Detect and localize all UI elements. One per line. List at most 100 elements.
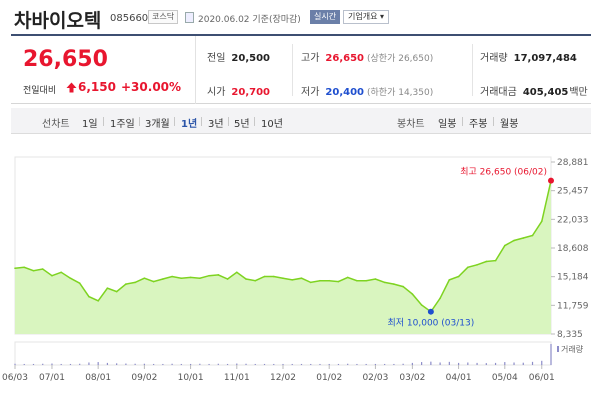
separator: [103, 117, 104, 126]
period-selector: 선차트 1일 1주일 3개월 1년 3년 5년 10년 봉차트 일봉 주봉 월봉: [11, 108, 591, 134]
stock-code: 085660: [110, 13, 149, 24]
volume-value: 17,097,484: [513, 53, 577, 64]
prev-close-stat: 전일 20,500: [207, 49, 270, 64]
volume-bar: [199, 363, 201, 365]
volume-bar: [485, 363, 487, 365]
volume-bar: [522, 362, 524, 365]
price-point: [272, 275, 275, 278]
y-tick-label: 8,335: [557, 330, 583, 340]
separator: [493, 117, 494, 126]
separator: [254, 117, 255, 126]
candle-daily[interactable]: 일봉: [438, 115, 456, 130]
volume-bar: [226, 363, 229, 365]
volume-bar: [263, 363, 266, 365]
volume-bar: [310, 363, 312, 365]
period-3m[interactable]: 3개월: [145, 115, 170, 130]
low-stat: 저가 20,400 (하한가 14,350): [301, 83, 433, 98]
price-chart: 28,881 25,457 22,033 18,608 15,184 11,759 8,33…: [0, 150, 600, 407]
x-tick-label: 02/03: [362, 373, 388, 383]
volume-label: 거래량: [561, 344, 584, 354]
x-tick-label: 04/01: [446, 373, 472, 383]
volume-bar: [402, 363, 404, 365]
volume-legend-swatch: [557, 346, 559, 352]
volume-bar: [374, 363, 377, 365]
price-point: [485, 260, 488, 263]
price-point: [356, 279, 358, 282]
volume-label: 거래량: [480, 53, 508, 64]
price-point: [457, 275, 460, 278]
open-value: 20,700: [231, 87, 270, 98]
x-tick-label: 06/01: [529, 373, 555, 383]
volume-bar: [476, 362, 478, 365]
volume-bar: [421, 362, 423, 365]
price-point: [282, 277, 284, 280]
document-icon: [185, 12, 194, 23]
volume-bar: [541, 360, 543, 365]
candle-monthly[interactable]: 월봉: [500, 115, 518, 130]
x-tick-label: 03/02: [399, 373, 425, 383]
candle-weekly[interactable]: 주봉: [469, 115, 487, 130]
price-panel: 26,650 전일대비 6,150 +30.00%: [11, 36, 196, 104]
price-point: [23, 266, 26, 269]
price-point: [152, 280, 155, 283]
x-tick-label: 08/01: [85, 373, 111, 383]
price-point: [106, 287, 109, 290]
price-point: [309, 281, 312, 284]
period-1w[interactable]: 1주일: [110, 115, 135, 130]
price-point: [199, 277, 201, 280]
volume-bar: [273, 363, 275, 365]
stock-header: 차바이오텍 085660 코스닥 2020.06.02 기준(장마감) 실시간 …: [0, 0, 600, 34]
diff-amount: 6,150: [78, 80, 116, 94]
period-5y[interactable]: 5년: [234, 115, 250, 130]
volume-bar: [189, 363, 192, 365]
volume-bar: [180, 363, 182, 365]
price-point: [513, 239, 515, 242]
price-point: [125, 283, 127, 285]
price-point: [503, 244, 506, 247]
price-point: [143, 277, 146, 280]
realtime-button[interactable]: 실시간: [310, 10, 341, 24]
volume-bar: [448, 361, 450, 365]
price-point: [467, 266, 469, 269]
price-point: [226, 278, 229, 280]
period-10y[interactable]: 10년: [261, 115, 283, 130]
high-stat: 고가 26,650 (상한가 26,650): [301, 49, 433, 64]
price-point: [60, 271, 63, 274]
price-point: [448, 279, 451, 281]
volume-bar: [513, 362, 515, 365]
prev-close-value: 20,500: [231, 53, 270, 64]
max-marker: [548, 177, 554, 184]
volume-bar: [504, 362, 506, 365]
volume-bar: [319, 363, 321, 365]
volume-bar: [134, 363, 136, 365]
amount-label: 거래대금: [480, 87, 517, 98]
company-info-dropdown[interactable]: 기업개요 ▾: [343, 10, 389, 24]
price-point: [171, 275, 173, 278]
volume-bar: [291, 363, 293, 365]
period-1y[interactable]: 1년: [181, 115, 197, 130]
price-point: [328, 279, 331, 282]
period-1d[interactable]: 1일: [82, 115, 98, 130]
volume-bar: [411, 362, 413, 365]
x-tick-label: 07/01: [39, 373, 65, 383]
diff-label: 전일대비: [23, 86, 57, 96]
volume-bar: [217, 363, 219, 365]
volume-bar: [356, 363, 358, 365]
price-point: [115, 290, 118, 293]
max-label: 최고 26,650 (06/02): [460, 167, 547, 178]
volume-bar: [236, 363, 238, 365]
y-tick-label: 25,457: [557, 187, 589, 197]
divider: [472, 44, 473, 96]
period-3y[interactable]: 3년: [208, 115, 224, 130]
up-arrow-icon: [66, 82, 77, 93]
volume-bar: [328, 363, 330, 365]
x-tick-label: 11/01: [224, 373, 250, 383]
market-badge: 코스닥: [148, 10, 179, 24]
open-stat: 시가 20,700: [207, 83, 270, 98]
price-point: [134, 281, 136, 284]
y-tick-label: 28,881: [557, 158, 589, 168]
amount-unit: 백만: [569, 87, 588, 98]
volume-bar: [300, 363, 303, 365]
volume-bar: [393, 363, 395, 365]
price-point: [393, 283, 395, 285]
